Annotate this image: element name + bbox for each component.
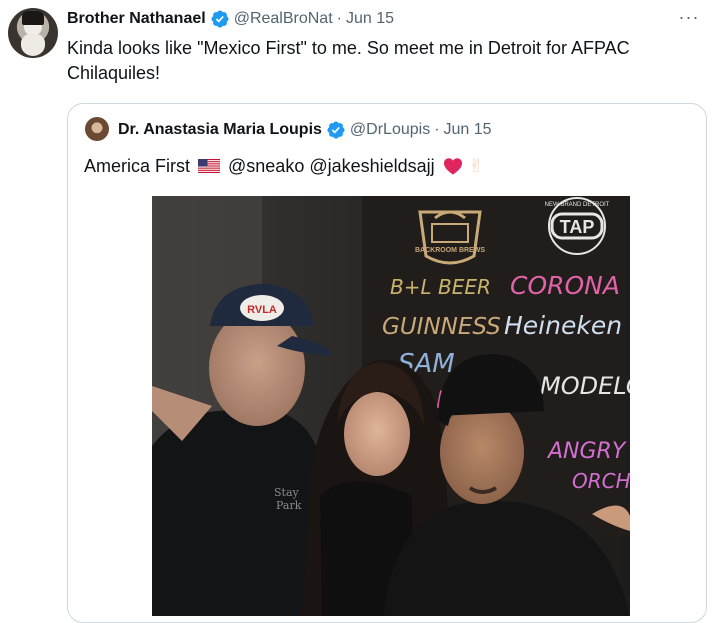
verified-badge-icon — [211, 10, 229, 28]
avatar-hat — [22, 11, 44, 25]
red-heart-icon — [443, 158, 462, 175]
verified-badge-icon — [327, 121, 345, 139]
shirt-text-2: Park — [276, 499, 302, 512]
quoted-tweet-date[interactable]: Jun 15 — [444, 121, 492, 139]
quoted-author-handle[interactable]: @DrLoupis — [350, 121, 430, 139]
tap-logo-text: TAP — [560, 217, 595, 237]
separator-dot: · — [434, 121, 440, 138]
backroom-brews-text: BACKROOM BREWS — [415, 247, 485, 254]
peace-hand-icon: ✌ — [468, 156, 484, 176]
chalk-angry: ANGRY — [546, 439, 627, 464]
quoted-mentions[interactable]: @sneako @jakeshieldsajj — [228, 154, 435, 178]
quoted-tweet-photo[interactable]: BACKROOM BREWS TAP NEW BRAND DETROIT B+L… — [152, 196, 630, 616]
quoted-text-prefix: America First — [84, 156, 191, 176]
separator-dot: · — [336, 10, 342, 27]
quoted-author-avatar[interactable] — [85, 117, 109, 141]
us-flag-icon — [198, 159, 221, 173]
tweet-date[interactable]: Jun 15 — [346, 10, 394, 28]
chalk-corona: CORONA — [510, 271, 620, 300]
avatar-beard — [21, 34, 45, 56]
tap-ring-text: NEW BRAND DETROIT — [545, 202, 610, 208]
author-avatar[interactable] — [8, 8, 58, 58]
quoted-tweet-header: Dr. Anastasia Maria Loupis @DrLoupis · J… — [118, 118, 492, 142]
tweet-text: Kinda looks like "Mexico First" to me. S… — [67, 38, 630, 83]
more-options-icon[interactable]: ··· — [674, 6, 704, 28]
chalk-modelo: MODELO — [540, 372, 630, 400]
tweet-header: Brother Nathanael @RealBroNat · Jun 15 — [67, 8, 394, 30]
photo-illustration: BACKROOM BREWS TAP NEW BRAND DETROIT B+L… — [152, 196, 630, 616]
author-handle[interactable]: @RealBroNat — [234, 10, 333, 28]
quoted-tweet-text: America First @sneako @jakeshieldsajj ✌ — [84, 154, 484, 178]
chalk-heineken: Heineken — [504, 311, 622, 340]
quoted-author-name[interactable]: Dr. Anastasia Maria Loupis — [118, 121, 322, 139]
author-name[interactable]: Brother Nathanael — [67, 10, 206, 28]
chalk-guinness: GUINNESS — [382, 314, 501, 340]
chalk-orchid: ORCHID — [572, 469, 630, 493]
quoted-tweet-card[interactable]: Dr. Anastasia Maria Loupis @DrLoupis · J… — [67, 103, 707, 623]
cap-text: RVLA — [247, 304, 277, 316]
chalk-bl-beer: B+L BEER — [390, 275, 491, 299]
shirt-text-1: Stay — [274, 486, 300, 499]
